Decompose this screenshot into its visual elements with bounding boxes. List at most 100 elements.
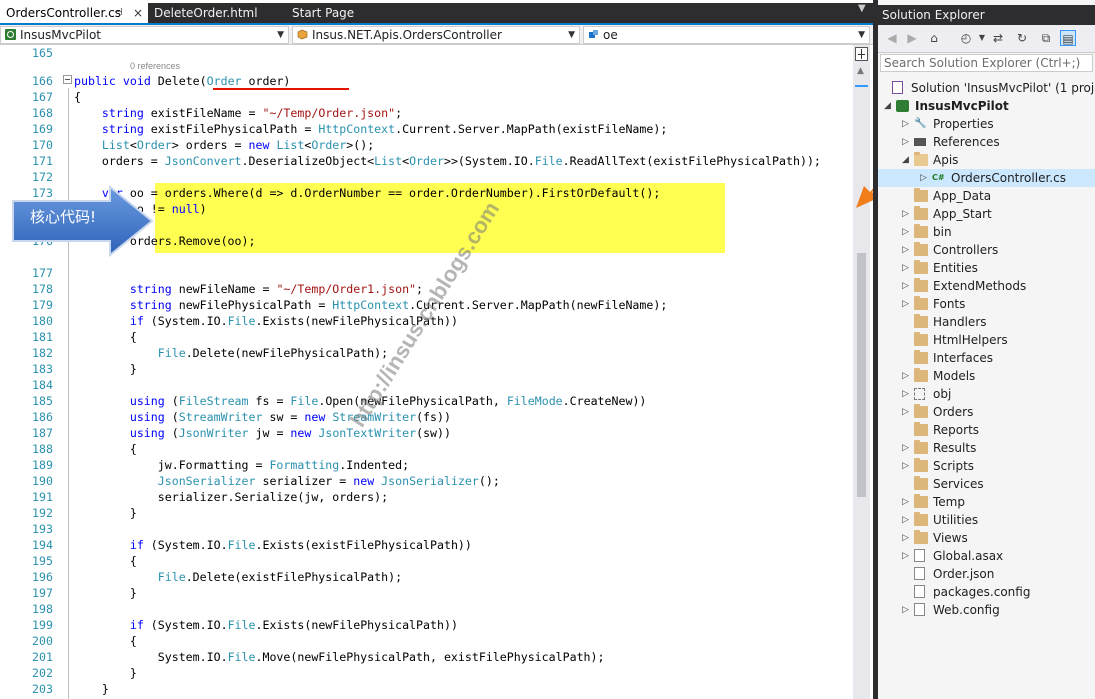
code-line[interactable]: 184 [0,377,53,393]
code-line[interactable]: 168 string existFileName = "~/Temp/Order… [0,105,402,121]
code-line[interactable]: 172 [0,169,53,185]
class-dropdown[interactable]: Insus.NET.Apis.OrdersController ▼ [292,26,580,44]
collapsed-chevron-icon[interactable]: ▷ [902,457,909,475]
code-line[interactable]: 200 { [0,633,137,649]
code-line[interactable]: 171 orders = JsonConvert.DeserializeObje… [0,153,821,169]
tree-item[interactable]: ▷ 🔧 Properties [878,115,1095,133]
code-line[interactable]: 197 } [0,585,137,601]
tree-item[interactable]: ▷ ExtendMethods [878,277,1095,295]
solution-search-input[interactable]: Search Solution Explorer (Ctrl+;) [880,54,1093,72]
code-line[interactable]: 191 serializer.Serialize(jw, orders); [0,489,388,505]
collapsed-chevron-icon[interactable]: ▷ [902,439,909,457]
code-line[interactable]: 182 File.Delete(newFilePhysicalPath); [0,345,388,361]
tab-overflow-icon[interactable]: ▼ [858,3,866,14]
code-line[interactable]: 170 List<Order> orders = new List<Order>… [0,137,374,153]
code-line[interactable]: 179 string newFilePhysicalPath = HttpCon… [0,297,667,313]
code-line[interactable]: 196 File.Delete(existFilePhysicalPath); [0,569,402,585]
code-line[interactable]: 186 using (StreamWriter sw = new StreamW… [0,409,451,425]
code-line[interactable]: 194 if (System.IO.File.Exists(existFileP… [0,537,472,553]
tree-item[interactable]: ▷ C# OrdersController.cs [878,169,1095,187]
code-line[interactable]: 199 if (System.IO.File.Exists(newFilePhy… [0,617,458,633]
collapsed-chevron-icon[interactable]: ▷ [902,133,909,151]
code-line[interactable]: 181 { [0,329,137,345]
code-line[interactable]: 192 } [0,505,137,521]
tree-item[interactable]: ▷ Results [878,439,1095,457]
tab-deleteorder[interactable]: DeleteOrder.html [148,3,286,23]
project-dropdown[interactable]: InsusMvcPilot ▼ [0,26,289,44]
home-icon[interactable]: ⌂ [926,30,942,46]
member-dropdown[interactable]: oe ▼ [583,26,870,44]
tree-item[interactable]: Handlers [878,313,1095,331]
scroll-up-icon[interactable]: ▲ [857,66,864,76]
collapsed-chevron-icon[interactable]: ▷ [902,511,909,529]
code-line[interactable]: 189 jw.Formatting = Formatting.Indented; [0,457,409,473]
code-line[interactable]: 198 [0,601,53,617]
code-line[interactable]: 180 if (System.IO.File.Exists(newFilePhy… [0,313,458,329]
tree-item[interactable]: ▷ App_Start [878,205,1095,223]
collapsed-chevron-icon[interactable]: ▷ [902,403,909,421]
tree-item[interactable]: Reports [878,421,1095,439]
scrollbar-thumb[interactable] [857,253,866,497]
code-line[interactable]: 167 { [0,89,81,105]
collapsed-chevron-icon[interactable]: ▷ [902,223,909,241]
collapsed-chevron-icon[interactable]: ▷ [902,277,909,295]
tree-item[interactable]: ▷ bin [878,223,1095,241]
code-line[interactable]: 188 { [0,441,137,457]
tree-item[interactable]: ▷ Utilities [878,511,1095,529]
code-line[interactable]: 190 JsonSerializer serializer = new Json… [0,473,500,489]
tab-orderscontroller[interactable]: OrdersController.cs ⊣ × [0,3,148,23]
tree-item[interactable]: packages.config [878,583,1095,601]
show-all-files-icon[interactable]: ▤ [1060,30,1076,46]
tree-item[interactable]: ◢ InsusMvcPilot [878,97,1095,115]
pin-icon[interactable]: ⊣ [114,3,123,23]
tree-item[interactable]: ▷ References [878,133,1095,151]
tab-start-page[interactable]: Start Page [286,3,386,23]
tree-item[interactable]: ▷ obj [878,385,1095,403]
tree-item[interactable]: ▷ Controllers [878,241,1095,259]
collapsed-chevron-icon[interactable]: ▷ [902,295,909,313]
tree-item[interactable]: ▷ Models [878,367,1095,385]
code-line[interactable]: 165 [0,45,53,61]
collapsed-chevron-icon[interactable]: ▷ [920,169,927,187]
code-line[interactable]: 202 } [0,665,137,681]
code-line[interactable]: 193 [0,521,53,537]
collapsed-chevron-icon[interactable]: ▷ [902,493,909,511]
tree-item[interactable]: HtmlHelpers [878,331,1095,349]
expanded-chevron-icon[interactable]: ◢ [884,97,891,115]
chevron-down-icon[interactable]: ▼ [974,30,990,46]
tree-item[interactable]: App_Data [878,187,1095,205]
code-line[interactable]: 201 System.IO.File.Move(newFilePhysicalP… [0,649,604,665]
tree-item[interactable]: ▷ Fonts [878,295,1095,313]
sync-icon[interactable]: ⇄ [990,30,1006,46]
collapsed-chevron-icon[interactable]: ▷ [902,547,909,565]
code-line[interactable]: 187 using (JsonWriter jw = new JsonTextW… [0,425,451,441]
close-icon[interactable]: × [133,3,143,23]
tree-item[interactable]: ▷ Scripts [878,457,1095,475]
forward-icon[interactable]: ▶ [904,30,920,46]
code-line[interactable]: 169 string existFilePhysicalPath = HttpC… [0,121,667,137]
overflow-icon[interactable]: ▕ [1086,30,1095,46]
tree-item[interactable]: ▷ Web.config [878,601,1095,619]
collapsed-chevron-icon[interactable]: ▷ [902,205,909,223]
tree-item[interactable]: Solution 'InsusMvcPilot' (1 project) [878,79,1095,97]
collapsed-chevron-icon[interactable]: ▷ [902,259,909,277]
refresh-icon[interactable]: ↻ [1014,30,1030,46]
code-line[interactable]: 178 string newFileName = "~/Temp/Order1.… [0,281,423,297]
collapsed-chevron-icon[interactable]: ▷ [902,367,909,385]
tree-item[interactable]: ▷ Orders [878,403,1095,421]
collapsed-chevron-icon[interactable]: ▷ [902,241,909,259]
back-icon[interactable]: ◀ [884,30,900,46]
collapse-all-icon[interactable]: ⧉ [1038,30,1054,46]
tree-item[interactable]: ▷ Temp [878,493,1095,511]
code-line[interactable]: 203 } [0,681,109,697]
tree-item[interactable]: ▷ Entities [878,259,1095,277]
tree-item[interactable]: Interfaces [878,349,1095,367]
collapsed-chevron-icon[interactable]: ▷ [902,385,909,403]
tree-item[interactable]: Services [878,475,1095,493]
collapse-toggle-icon[interactable] [63,75,72,84]
collapsed-chevron-icon[interactable]: ▷ [902,529,909,547]
tree-item[interactable]: Order.json [878,565,1095,583]
code-line[interactable]: 185 using (FileStream fs = File.Open(new… [0,393,646,409]
code-line[interactable]: 177 [0,265,53,281]
collapsed-chevron-icon[interactable]: ▷ [902,115,909,133]
